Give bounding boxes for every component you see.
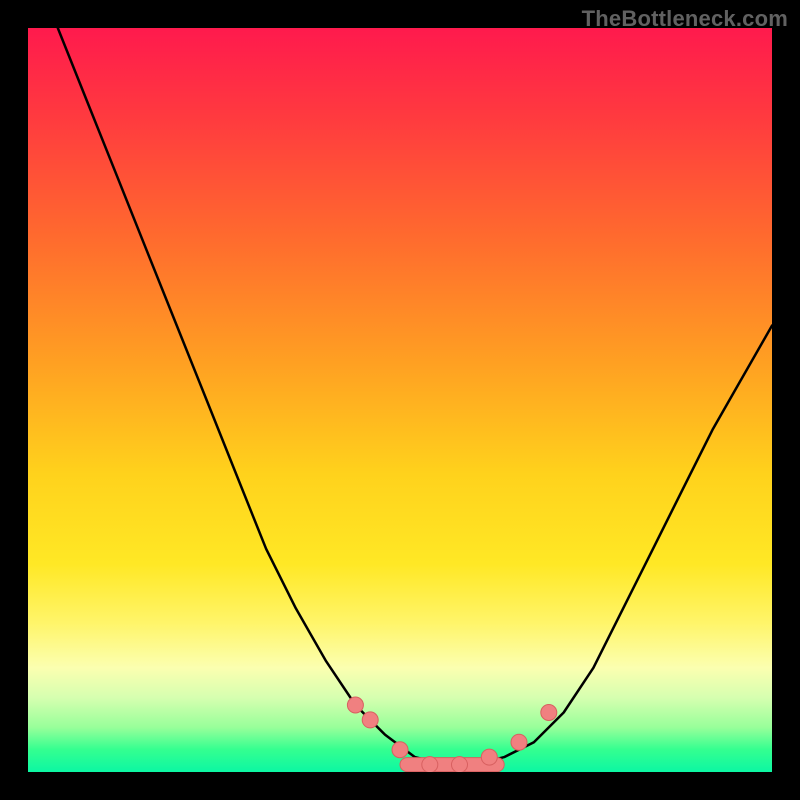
marker-point bbox=[511, 734, 527, 750]
watermark-text: TheBottleneck.com bbox=[582, 6, 788, 32]
curve-layer bbox=[58, 28, 772, 765]
plot-area bbox=[28, 28, 772, 772]
marker-point bbox=[347, 697, 363, 713]
marker-point bbox=[541, 705, 557, 721]
chart-svg bbox=[28, 28, 772, 772]
marker-point bbox=[452, 757, 468, 772]
bottleneck-curve bbox=[58, 28, 772, 765]
marker-point bbox=[481, 749, 497, 765]
marker-point bbox=[392, 742, 408, 758]
chart-frame: TheBottleneck.com bbox=[0, 0, 800, 800]
marker-layer bbox=[347, 697, 556, 772]
marker-point bbox=[362, 712, 378, 728]
marker-point bbox=[422, 757, 438, 772]
